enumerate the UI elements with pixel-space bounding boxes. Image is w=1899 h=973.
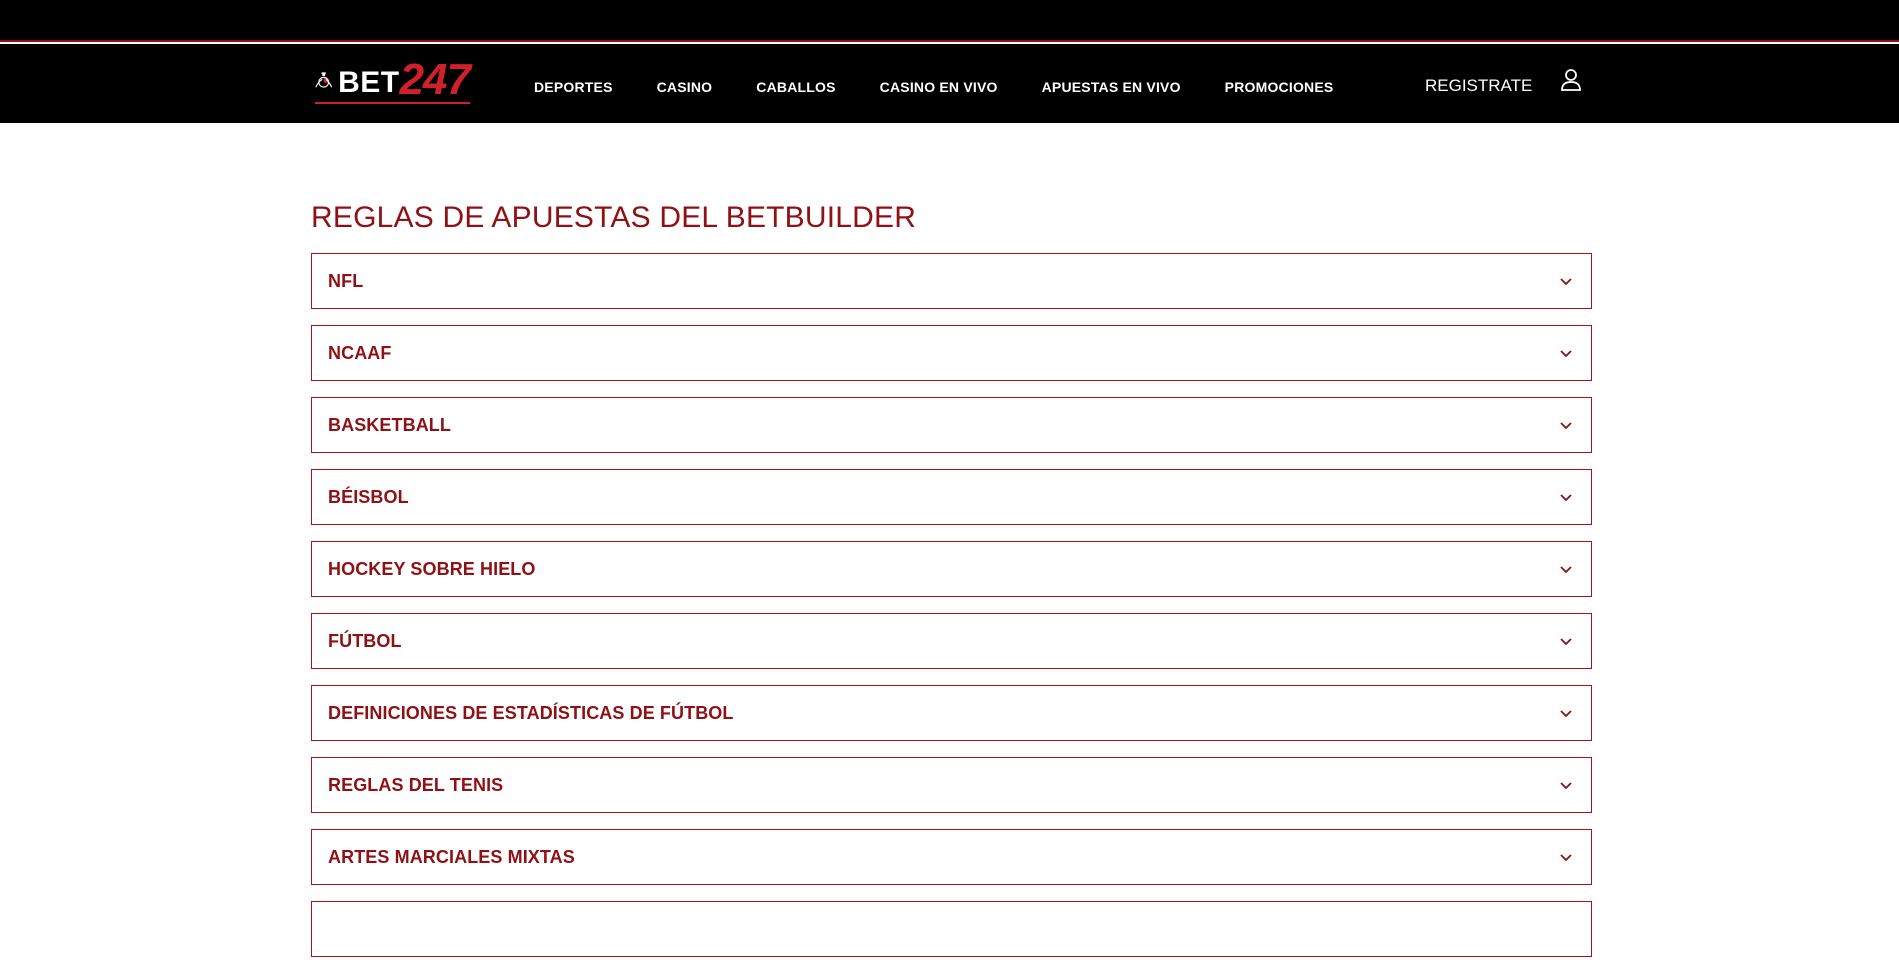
chevron-down-icon	[1560, 566, 1572, 574]
chevron-down-icon	[1560, 710, 1572, 718]
rules-accordion: NFL NCAAF BASKETBALL BÉISBOL HOCKEY SOBR…	[311, 253, 1592, 957]
accordion-item-ncaaf[interactable]: NCAAF	[311, 325, 1592, 381]
nav-deportes[interactable]: DEPORTES	[534, 73, 613, 95]
chevron-down-icon	[1560, 350, 1572, 358]
accordion-label: NFL	[328, 270, 364, 291]
nav-casino[interactable]: CASINO	[657, 73, 713, 95]
accordion-label: FÚTBOL	[328, 630, 402, 651]
chevron-down-icon	[1560, 638, 1572, 646]
accordion-item-basketball[interactable]: BASKETBALL	[311, 397, 1592, 453]
top-bar	[0, 0, 1899, 42]
register-link[interactable]: REGISTRATE	[1425, 44, 1532, 123]
nav-casino-en-vivo[interactable]: CASINO EN VIVO	[880, 73, 998, 95]
chevron-down-icon	[1560, 494, 1572, 502]
stopwatch-logo-icon	[315, 72, 333, 88]
brand-name-number: 247	[399, 55, 471, 104]
chevron-down-icon	[1560, 422, 1572, 430]
accordion-item-beisbol[interactable]: BÉISBOL	[311, 469, 1592, 525]
chevron-down-icon	[1560, 854, 1572, 862]
chevron-down-icon	[1560, 278, 1572, 286]
accordion-label: BÉISBOL	[328, 486, 409, 507]
accordion-item-futbol[interactable]: FÚTBOL	[311, 613, 1592, 669]
accordion-label: ARTES MARCIALES MIXTAS	[328, 846, 575, 867]
accordion-item-nfl[interactable]: NFL	[311, 253, 1592, 309]
brand-underline	[315, 102, 470, 104]
accordion-item-tenis[interactable]: REGLAS DEL TENIS	[311, 757, 1592, 813]
accordion-label: DEFINICIONES DE ESTADÍSTICAS DE FÚTBOL	[328, 702, 734, 723]
brand-name-text: BET	[338, 66, 400, 99]
accordion-item-hockey[interactable]: HOCKEY SOBRE HIELO	[311, 541, 1592, 597]
main-content: REGLAS DE APUESTAS DEL BETBUILDER NFL NC…	[311, 123, 1592, 973]
accordion-label: BASKETBALL	[328, 414, 451, 435]
user-icon[interactable]	[1560, 68, 1582, 92]
accordion-label: HOCKEY SOBRE HIELO	[328, 558, 536, 579]
accordion-item-estadisticas-futbol[interactable]: DEFINICIONES DE ESTADÍSTICAS DE FÚTBOL	[311, 685, 1592, 741]
nav-promociones[interactable]: PROMOCIONES	[1225, 73, 1334, 95]
accordion-label: REGLAS DEL TENIS	[328, 774, 504, 795]
nav-caballos[interactable]: CABALLOS	[756, 73, 835, 95]
page-title: REGLAS DE APUESTAS DEL BETBUILDER	[311, 201, 917, 234]
chevron-down-icon	[1560, 782, 1572, 790]
site-header: BET 247 DEPORTES CASINO CABALLOS CASINO …	[0, 44, 1899, 123]
accordion-item-mma[interactable]: ARTES MARCIALES MIXTAS	[311, 829, 1592, 885]
nav-apuestas-en-vivo[interactable]: APUESTAS EN VIVO	[1042, 73, 1181, 95]
accordion-label: NCAAF	[328, 342, 392, 363]
brand-logo[interactable]: BET 247	[315, 54, 471, 104]
accordion-item-partial[interactable]	[311, 901, 1592, 957]
main-nav: DEPORTES CASINO CABALLOS CASINO EN VIVO …	[534, 44, 1377, 123]
